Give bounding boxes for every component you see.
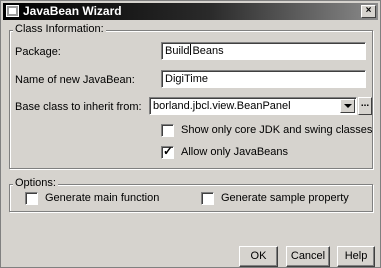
generate-sample-property-label[interactable]: Generate sample property	[221, 192, 349, 205]
options-legend: Options:	[13, 177, 58, 189]
base-class-selected-value: borland.jbcl.view.BeanPanel	[153, 100, 291, 112]
package-input[interactable]: Build Beans	[161, 42, 366, 60]
show-core-only-label[interactable]: Show only core JDK and swing classes	[181, 124, 372, 137]
chevron-down-icon[interactable]	[340, 99, 355, 113]
show-core-only-checkbox[interactable]	[161, 124, 174, 137]
window-app-icon	[6, 5, 19, 17]
generate-main-checkbox[interactable]	[25, 192, 38, 205]
generate-sample-property-checkbox[interactable]	[201, 192, 214, 205]
base-class-combobox[interactable]: borland.jbcl.view.BeanPanel	[149, 97, 357, 115]
package-input-text-end: Beans	[192, 45, 224, 57]
allow-only-javabeans-label[interactable]: Allow only JavaBeans	[181, 146, 288, 159]
title-bar[interactable]: JavaBean Wizard ×	[3, 3, 378, 20]
bean-name-input[interactable]: DigiTime	[161, 70, 366, 88]
browse-base-class-button[interactable]: ...	[358, 97, 372, 115]
package-label: Package:	[15, 46, 61, 58]
window-title: JavaBean Wizard	[23, 4, 122, 18]
cancel-button[interactable]: Cancel	[286, 246, 330, 267]
javabean-wizard-dialog: JavaBean Wizard × Class Information: Pac…	[0, 0, 381, 268]
close-button[interactable]: ×	[361, 5, 376, 18]
check-icon: ✓	[163, 144, 174, 158]
generate-main-label[interactable]: Generate main function	[45, 192, 159, 205]
package-input-text-start: Build	[165, 45, 190, 57]
base-class-label: Base class to inherit from:	[15, 101, 142, 113]
class-information-legend: Class Information:	[13, 23, 106, 35]
help-button[interactable]: Help	[337, 246, 375, 267]
bean-name-label: Name of new JavaBean:	[15, 74, 135, 86]
ok-button[interactable]: OK	[239, 246, 278, 267]
allow-only-javabeans-checkbox[interactable]: ✓	[161, 144, 174, 159]
